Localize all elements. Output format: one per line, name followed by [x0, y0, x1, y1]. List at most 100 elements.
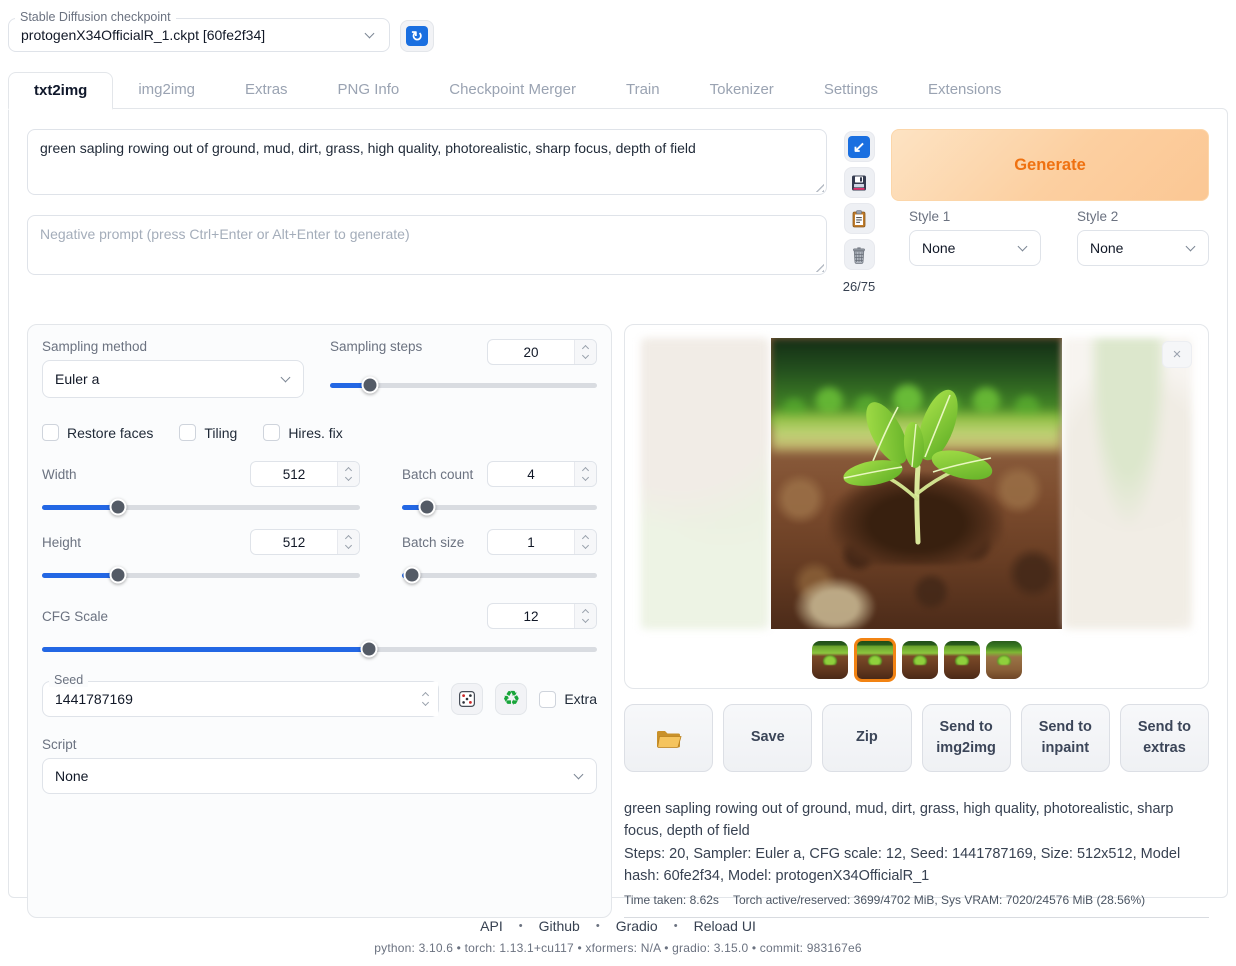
- tab-tokenizer[interactable]: Tokenizer: [685, 72, 799, 108]
- tab-extensions[interactable]: Extensions: [903, 72, 1026, 108]
- cfg-scale-input[interactable]: 12: [487, 603, 597, 629]
- apply-style-button[interactable]: [844, 203, 875, 234]
- gallery-blur-left: [641, 338, 769, 629]
- restore-faces-checkbox[interactable]: Restore faces: [42, 424, 153, 441]
- width-slider[interactable]: [42, 499, 360, 515]
- batch-size-group: Batch size 1: [402, 529, 597, 583]
- style1-dropdown[interactable]: None: [909, 230, 1041, 266]
- close-gallery-button[interactable]: ×: [1162, 341, 1192, 368]
- slider-handle[interactable]: [362, 377, 379, 394]
- stepper-arrows[interactable]: [574, 462, 596, 486]
- sampling-method-dropdown[interactable]: Euler a: [42, 360, 304, 398]
- seed-row: Seed 1441787169: [42, 681, 597, 717]
- checkpoint-value: protogenX34OfficialR_1.ckpt [60fe2f34]: [21, 27, 358, 43]
- reuse-seed-button[interactable]: ♻: [495, 683, 527, 715]
- tab-txt2img[interactable]: txt2img: [8, 72, 113, 110]
- height-input[interactable]: 512: [250, 529, 360, 555]
- tab-checkpoint-merger[interactable]: Checkpoint Merger: [424, 72, 601, 108]
- thumbnail-2-selected[interactable]: [854, 638, 896, 682]
- paste-arrow-icon: ↙: [848, 136, 870, 158]
- batch-count-slider[interactable]: [402, 499, 597, 515]
- send-to-img2img-button[interactable]: Send to img2img: [922, 704, 1011, 772]
- footer-links: API • Github • Gradio • Reload UI: [0, 918, 1236, 934]
- api-link[interactable]: API: [480, 918, 503, 934]
- generated-image[interactable]: [771, 338, 1062, 629]
- zip-button[interactable]: Zip: [822, 704, 911, 772]
- stepper-arrows[interactable]: [337, 462, 359, 486]
- width-input[interactable]: 512: [250, 461, 360, 487]
- script-dropdown[interactable]: None: [42, 758, 597, 794]
- github-link[interactable]: Github: [539, 918, 580, 934]
- negative-prompt-input[interactable]: [27, 215, 827, 275]
- main-tabs: txt2img img2img Extras PNG Info Checkpoi…: [8, 72, 1228, 108]
- send-to-extras-button[interactable]: Send to extras: [1120, 704, 1209, 772]
- prompt-textarea-wrap: green sapling rowing out of ground, mud,…: [27, 129, 827, 195]
- tab-train[interactable]: Train: [601, 72, 685, 108]
- style1-value: None: [922, 240, 1011, 256]
- sd-webui-page: Stable Diffusion checkpoint protogenX34O…: [0, 0, 1236, 966]
- stepper-arrows[interactable]: [574, 340, 596, 364]
- hires-fix-checkbox[interactable]: Hires. fix: [263, 424, 342, 441]
- settings-panel: Sampling method Euler a Sampling steps 2…: [27, 324, 612, 918]
- width-group: Width 512: [42, 461, 360, 515]
- stepper-arrows[interactable]: [412, 682, 438, 716]
- sampling-steps-slider[interactable]: [330, 377, 597, 393]
- style2-dropdown[interactable]: None: [1077, 230, 1209, 266]
- checkbox-box[interactable]: [263, 424, 280, 441]
- slider-handle[interactable]: [403, 567, 420, 584]
- thumbnail-3[interactable]: [902, 641, 938, 679]
- checkbox-box[interactable]: [42, 424, 59, 441]
- chevron-down-icon: [1186, 241, 1196, 251]
- cfg-scale-slider[interactable]: [42, 641, 597, 657]
- stepper-arrows[interactable]: [337, 530, 359, 554]
- clear-prompt-button[interactable]: [844, 239, 875, 270]
- toggles-row: Restore faces Tiling Hires. fix: [42, 424, 597, 441]
- prompt-input[interactable]: green sapling rowing out of ground, mud,…: [27, 129, 827, 195]
- checkbox-box[interactable]: [179, 424, 196, 441]
- tab-settings[interactable]: Settings: [799, 72, 903, 108]
- batch-count-input[interactable]: 4: [487, 461, 597, 487]
- token-counter: 26/75: [843, 279, 876, 294]
- batch-size-slider[interactable]: [402, 567, 597, 583]
- tiling-checkbox[interactable]: Tiling: [179, 424, 237, 441]
- refresh-checkpoints-button[interactable]: ↻: [400, 20, 434, 52]
- checkbox-box[interactable]: [539, 691, 556, 708]
- save-style-button[interactable]: [844, 167, 875, 198]
- batch-size-input[interactable]: 1: [487, 529, 597, 555]
- gradio-link[interactable]: Gradio: [616, 918, 658, 934]
- extra-seed-checkbox[interactable]: Extra: [539, 691, 597, 708]
- paste-params-button[interactable]: ↙: [844, 131, 875, 162]
- generate-button[interactable]: Generate: [891, 129, 1209, 201]
- stepper-arrows[interactable]: [574, 530, 596, 554]
- reload-ui-link[interactable]: Reload UI: [694, 918, 756, 934]
- slider-handle[interactable]: [110, 499, 127, 516]
- height-slider[interactable]: [42, 567, 360, 583]
- floppy-disk-icon: [849, 173, 869, 193]
- thumbnail-5[interactable]: [986, 641, 1022, 679]
- info-time: Time taken: 8.62s: [624, 893, 719, 907]
- slider-handle[interactable]: [419, 499, 436, 516]
- thumbnail-1[interactable]: [812, 641, 848, 679]
- save-button[interactable]: Save: [723, 704, 812, 772]
- random-seed-button[interactable]: [451, 683, 483, 715]
- prompt-column: green sapling rowing out of ground, mud,…: [27, 129, 827, 294]
- sampling-steps-input[interactable]: 20: [487, 339, 597, 365]
- seed-input[interactable]: Seed 1441787169: [42, 681, 439, 717]
- thumbnail-4[interactable]: [944, 641, 980, 679]
- sampling-method-label: Sampling method: [42, 339, 304, 354]
- tab-extras[interactable]: Extras: [220, 72, 313, 108]
- generation-info: green sapling rowing out of ground, mud,…: [624, 798, 1209, 918]
- slider-handle[interactable]: [361, 641, 378, 658]
- tab-png-info[interactable]: PNG Info: [313, 72, 425, 108]
- slider-handle[interactable]: [110, 567, 127, 584]
- bullet-separator: •: [519, 920, 523, 932]
- stepper-arrows[interactable]: [574, 604, 596, 628]
- trash-icon: [849, 245, 869, 265]
- width-label: Width: [42, 467, 77, 482]
- tab-img2img[interactable]: img2img: [113, 72, 220, 108]
- prompt-row: green sapling rowing out of ground, mud,…: [27, 129, 1209, 294]
- script-label: Script: [42, 737, 597, 752]
- send-to-inpaint-button[interactable]: Send to inpaint: [1021, 704, 1110, 772]
- checkpoint-dropdown[interactable]: Stable Diffusion checkpoint protogenX34O…: [8, 18, 390, 52]
- open-folder-button[interactable]: [624, 704, 713, 772]
